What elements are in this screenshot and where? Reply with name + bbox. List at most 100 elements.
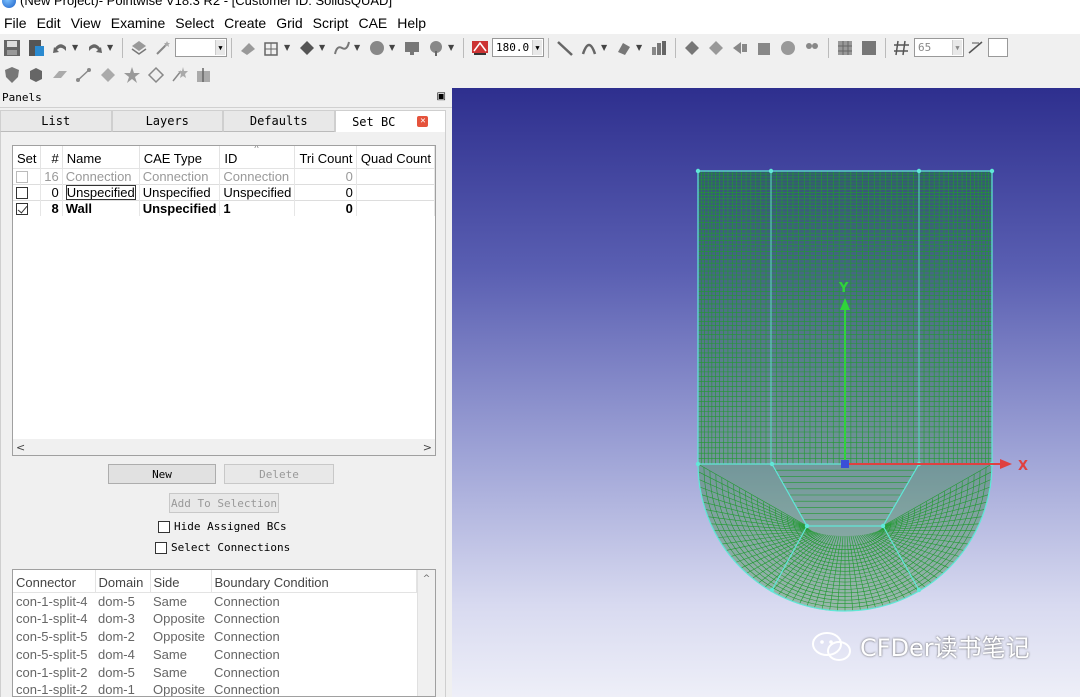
add-to-selection-button[interactable]: Add To Selection	[169, 493, 279, 513]
split-icon[interactable]	[194, 65, 214, 85]
save-icon[interactable]	[2, 38, 22, 58]
save-as-icon[interactable]	[26, 38, 46, 58]
node-edit-icon[interactable]	[170, 65, 190, 85]
undo-icon[interactable]	[50, 38, 70, 58]
wand-icon[interactable]	[153, 38, 173, 58]
angle-input[interactable]: 180.0 ▼	[492, 38, 544, 57]
count-icon[interactable]	[892, 38, 912, 58]
sphere-mesh-icon[interactable]	[778, 38, 798, 58]
redo-icon[interactable]	[85, 38, 105, 58]
domain-grid-icon[interactable]	[262, 38, 282, 58]
sphere-icon[interactable]	[367, 38, 387, 58]
menu-view[interactable]: View	[66, 15, 106, 31]
table-row[interactable]: con-5-split-5 dom-2 Opposite Connection	[13, 628, 417, 646]
spacing-icon[interactable]	[966, 38, 986, 58]
outline-icon[interactable]	[146, 65, 166, 85]
graphics-viewport[interactable]: Y X	[452, 88, 1080, 697]
quote-icon[interactable]	[802, 38, 822, 58]
layer-icon[interactable]	[129, 38, 149, 58]
set-checkbox[interactable]	[16, 203, 28, 216]
tab-list[interactable]: List	[0, 110, 112, 132]
line-tool-icon[interactable]	[555, 38, 575, 58]
bc-name[interactable]: Unspecified	[62, 184, 140, 200]
arc-dropdown-icon[interactable]: ▼	[601, 43, 609, 52]
col-number[interactable]: #	[40, 146, 63, 169]
set-checkbox[interactable]	[16, 171, 28, 184]
close-tab-icon[interactable]: ✕	[417, 116, 429, 127]
display-icon[interactable]	[402, 38, 422, 58]
block-icon[interactable]	[297, 38, 317, 58]
spacing-input[interactable]	[988, 38, 1008, 57]
table-row[interactable]: 8 Wall Unspecified 1 0	[13, 200, 435, 216]
shield-icon[interactable]	[2, 65, 22, 85]
horizontal-scrollbar[interactable]: < >	[12, 439, 436, 456]
sphere-dropdown-icon[interactable]: ▼	[389, 43, 397, 52]
block-dropdown-icon[interactable]: ▼	[319, 43, 327, 52]
undo-dropdown-icon[interactable]: ▼	[72, 43, 80, 52]
table-row[interactable]: 16 Connection Connection Connection 0	[13, 168, 435, 184]
menu-cae[interactable]: CAE	[353, 15, 392, 31]
set-checkbox[interactable]	[16, 187, 28, 200]
paint-dropdown-icon[interactable]: ▼	[448, 43, 456, 52]
table-row[interactable]: con-1-split-2 dom-1 Opposite Connection	[13, 681, 417, 696]
col-tri-count[interactable]: Tri Count	[294, 146, 357, 169]
col-boundary-condition[interactable]: Boundary Condition	[211, 570, 417, 593]
extrude-dropdown-icon[interactable]: ▼	[636, 43, 644, 52]
connector-dropdown-icon[interactable]: ▼	[354, 43, 362, 52]
col-side[interactable]: Side	[150, 570, 212, 593]
menu-script[interactable]: Script	[308, 15, 354, 31]
diamond-icon[interactable]	[706, 38, 726, 58]
menu-file[interactable]: File	[0, 15, 32, 31]
tab-layers[interactable]: Layers	[111, 110, 223, 132]
new-button[interactable]: New	[108, 464, 216, 484]
box-icon[interactable]	[26, 65, 46, 85]
table-row[interactable]: con-1-split-4 dom-5 Same Connection	[13, 592, 417, 610]
redo-dropdown-icon[interactable]: ▼	[107, 43, 115, 52]
table-row[interactable]: con-1-split-2 dom-5 Same Connection	[13, 663, 417, 681]
tab-defaults[interactable]: Defaults	[223, 110, 335, 132]
selection-filter-dropdown[interactable]: ▼	[175, 38, 227, 57]
grid-shaded-icon[interactable]	[859, 38, 879, 58]
curve-tool-icon[interactable]	[238, 38, 258, 58]
tab-set-bc[interactable]: Set BC ✕	[334, 110, 446, 132]
scroll-right-icon[interactable]: >	[423, 441, 432, 454]
menu-create[interactable]: Create	[219, 15, 271, 31]
curve-node-icon[interactable]	[74, 65, 94, 85]
star-icon[interactable]	[122, 65, 142, 85]
menu-edit[interactable]: Edit	[32, 15, 66, 31]
menu-grid[interactable]: Grid	[271, 15, 307, 31]
col-name[interactable]: Name	[62, 146, 140, 169]
col-connector[interactable]: Connector	[13, 570, 96, 593]
col-quad-count[interactable]: Quad Count	[356, 146, 435, 169]
hide-assigned-option[interactable]: Hide Assigned BCs	[158, 520, 287, 533]
table-row[interactable]: con-5-split-5 dom-4 Same Connection	[13, 645, 417, 663]
delete-button[interactable]: Delete	[224, 464, 334, 484]
col-id[interactable]: ID ^	[219, 146, 296, 169]
count-input[interactable]: 65 ▼	[914, 38, 964, 57]
select-connections-option[interactable]: Select Connections	[155, 541, 290, 554]
grid-display-icon[interactable]	[835, 38, 855, 58]
vertical-scrollbar[interactable]: ^	[417, 570, 435, 696]
col-domain[interactable]: Domain	[95, 570, 151, 593]
select-connections-checkbox[interactable]	[155, 541, 167, 554]
domain-dropdown-icon[interactable]: ▼	[284, 43, 292, 52]
hide-assigned-checkbox[interactable]	[158, 520, 170, 533]
menu-examine[interactable]: Examine	[106, 15, 170, 31]
paint-icon[interactable]	[426, 38, 446, 58]
arrow-left-icon[interactable]	[730, 38, 750, 58]
rotate-angle-icon[interactable]	[470, 38, 490, 58]
scroll-left-icon[interactable]: <	[16, 441, 25, 454]
connector-icon[interactable]	[332, 38, 352, 58]
table-row[interactable]: con-1-split-4 dom-3 Opposite Connection	[13, 610, 417, 628]
solid-icon[interactable]	[98, 65, 118, 85]
solver-icon[interactable]	[649, 38, 669, 58]
extrude-icon[interactable]	[614, 38, 634, 58]
pin-icon[interactable]: ▣	[437, 91, 446, 102]
arc-tool-icon[interactable]	[579, 38, 599, 58]
scroll-up-icon[interactable]: ^	[423, 574, 431, 696]
col-set[interactable]: Set	[13, 146, 41, 169]
cube-icon[interactable]	[754, 38, 774, 58]
plane-icon[interactable]	[50, 65, 70, 85]
menu-help[interactable]: Help	[392, 15, 431, 31]
table-row[interactable]: 0 Unspecified Unspecified Unspecified 0	[13, 184, 435, 200]
